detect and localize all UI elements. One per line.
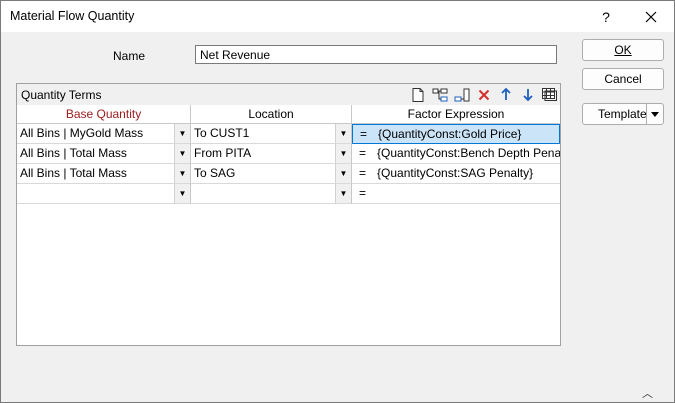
location-cell[interactable]: ▼ — [191, 184, 352, 204]
move-up-icon[interactable] — [497, 86, 515, 103]
location-value: From PITA — [194, 146, 252, 160]
location-dropdown-button[interactable]: ▼ — [335, 144, 351, 163]
collapse-icon[interactable]: ︿ — [642, 385, 653, 401]
new-icon[interactable] — [409, 86, 427, 103]
operator-label: = — [359, 186, 367, 200]
base-quantity-cell[interactable]: All Bins | Total Mass ▼ — [17, 144, 191, 164]
close-icon — [645, 11, 657, 22]
grid-options-icon[interactable] — [540, 86, 558, 103]
template-button-label: Template — [598, 107, 647, 121]
quantity-terms-title: Quantity Terms — [21, 88, 102, 102]
append-row-icon[interactable] — [453, 86, 471, 103]
template-button[interactable]: Template — [582, 103, 664, 125]
location-dropdown-button[interactable]: ▼ — [335, 184, 351, 203]
chevron-down-icon: ▼ — [339, 128, 348, 138]
operator-label: = — [359, 146, 367, 160]
chevron-down-icon: ▼ — [178, 188, 187, 198]
factor-expression-value: {QuantityConst:SAG Penalty} — [377, 166, 534, 180]
location-cell[interactable]: To SAG ▼ — [191, 164, 352, 184]
factor-expression-cell[interactable]: = {QuantityConst:Bench Depth Penalty} — [352, 144, 560, 164]
location-dropdown-button[interactable]: ▼ — [335, 164, 351, 183]
base-quantity-dropdown-button[interactable]: ▼ — [174, 164, 190, 183]
location-cell[interactable]: To CUST1 ▼ — [191, 124, 352, 144]
factor-expression-cell[interactable]: = {QuantityConst:SAG Penalty} — [352, 164, 560, 184]
chevron-down-icon: ▼ — [339, 148, 348, 158]
factor-expression-value: {QuantityConst:Bench Depth Penalty} — [377, 146, 560, 160]
column-header-base-quantity[interactable]: Base Quantity — [17, 105, 191, 124]
chevron-down-icon — [651, 111, 659, 117]
operator-label: = — [359, 166, 367, 180]
chevron-down-icon: ▼ — [339, 188, 348, 198]
base-quantity-cell[interactable]: All Bins | MyGold Mass ▼ — [17, 124, 191, 144]
template-dropdown-button[interactable] — [646, 104, 663, 124]
factor-expression-cell[interactable]: = {QuantityConst:Gold Price} — [352, 124, 560, 144]
cancel-button[interactable]: Cancel — [582, 68, 664, 90]
base-quantity-cell[interactable]: ▼ — [17, 184, 191, 204]
ok-button-label: OK — [614, 43, 632, 57]
location-dropdown-button[interactable]: ▼ — [335, 124, 351, 143]
chevron-down-icon: ▼ — [178, 128, 187, 138]
column-header-location[interactable]: Location — [191, 105, 352, 124]
delete-icon[interactable] — [475, 86, 493, 103]
factor-expression-cell[interactable]: = — [352, 184, 560, 204]
location-value: To CUST1 — [194, 126, 250, 140]
help-button[interactable]: ? — [583, 1, 629, 32]
location-cell[interactable]: From PITA ▼ — [191, 144, 352, 164]
name-label: Name — [113, 49, 146, 63]
base-quantity-dropdown-button[interactable]: ▼ — [174, 124, 190, 143]
cancel-button-label: Cancel — [604, 72, 642, 86]
name-input[interactable] — [195, 45, 557, 64]
base-quantity-value: All Bins | MyGold Mass — [20, 126, 144, 140]
insert-row-icon[interactable] — [431, 86, 449, 103]
base-quantity-cell[interactable]: All Bins | Total Mass ▼ — [17, 164, 191, 184]
base-quantity-dropdown-button[interactable]: ▼ — [174, 184, 190, 203]
chevron-down-icon: ▼ — [178, 148, 187, 158]
chevron-down-icon: ▼ — [178, 168, 187, 178]
window-title: Material Flow Quantity — [10, 9, 135, 23]
close-button[interactable] — [628, 1, 674, 32]
factor-expression-value: {QuantityConst:Gold Price} — [378, 127, 522, 141]
base-quantity-dropdown-button[interactable]: ▼ — [174, 144, 190, 163]
dialog-window: Material Flow Quantity ? Name OK Cancel … — [0, 0, 675, 403]
help-icon: ? — [602, 8, 610, 25]
location-value: To SAG — [194, 166, 236, 180]
column-header-factor-expression[interactable]: Factor Expression — [352, 105, 560, 124]
operator-label: = — [360, 127, 368, 141]
move-down-icon[interactable] — [519, 86, 537, 103]
ok-button[interactable]: OK — [582, 39, 664, 61]
quantity-terms-panel: Quantity Terms Base Quantity Location Fa… — [16, 83, 561, 346]
quantity-terms-header: Quantity Terms — [17, 84, 560, 106]
base-quantity-value: All Bins | Total Mass — [20, 146, 127, 160]
chevron-down-icon: ▼ — [339, 168, 348, 178]
title-bar: Material Flow Quantity ? — [1, 1, 674, 32]
base-quantity-value: All Bins | Total Mass — [20, 166, 127, 180]
